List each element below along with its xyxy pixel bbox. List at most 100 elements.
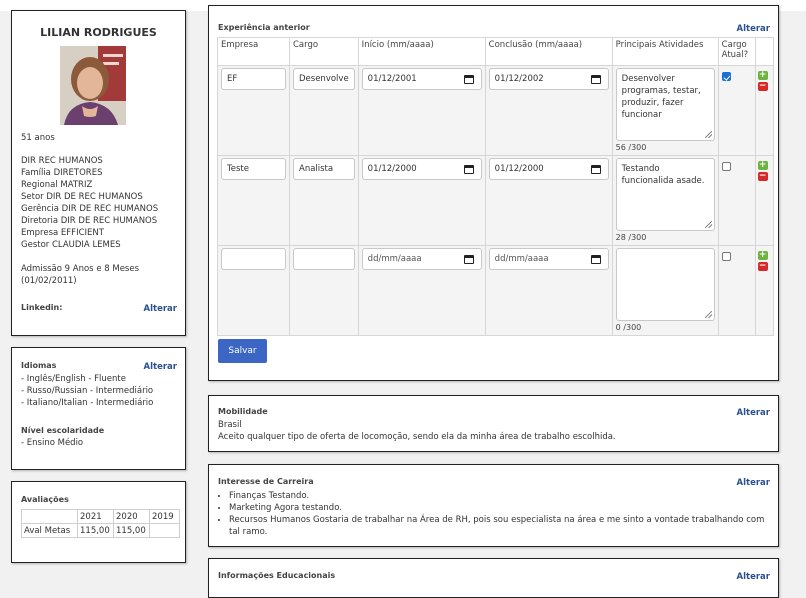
admission-info: Admissão 9 Anos e 8 Meses (01/02/2011) [21, 263, 139, 287]
career-interest-card: Interesse de Carreira Alterar Finanças T… [208, 464, 779, 547]
plus-icon[interactable]: + [757, 71, 768, 80]
profile-photo [60, 46, 126, 125]
end-date-input[interactable]: 01/12/2002 [488, 68, 609, 90]
current-job-checkbox[interactable] [721, 252, 731, 261]
mobility-content: Brasil Aceito qualquer tipo de oferta de… [218, 419, 616, 443]
detail-line: Setor DIR DE REC HUMANOS [21, 192, 143, 202]
experience-table: Empresa Cargo Início (mm/aaaa) Conclusão… [217, 37, 774, 336]
start-date-input[interactable]: 01/12/2001 [361, 68, 482, 90]
start-date-input[interactable]: dd/mm/aaaa [361, 248, 482, 270]
year-header: 2019 [149, 509, 180, 524]
education-info-card: Informações Educacionais Alterar [208, 558, 779, 598]
end-date-input[interactable]: dd/mm/aaaa [488, 248, 609, 270]
activities-text: Testando funcionalida asade. [621, 164, 705, 186]
languages-edit-link[interactable]: Alterar [144, 362, 177, 372]
mobility-card: Mobilidade Alterar Brasil Aceito qualque… [208, 395, 779, 452]
detail-line: Gestor CLAUDIA LEMES [21, 240, 121, 250]
evaluations-title: Avaliações [21, 495, 69, 504]
table-cell: 01/12/2000 [484, 155, 613, 246]
calendar-icon[interactable] [463, 165, 474, 174]
char-counter: 0 /300 [615, 323, 642, 332]
current-job-checkbox[interactable] [721, 72, 731, 81]
header-actions [754, 37, 774, 66]
year-header: 2020 [113, 509, 150, 524]
resize-handle-icon[interactable] [704, 311, 712, 318]
end-date-input[interactable]: 01/12/2000 [488, 158, 609, 180]
table-cell [289, 245, 359, 336]
company-input[interactable]: Teste [221, 158, 286, 180]
table-cell: 01/12/2001 [357, 65, 486, 156]
table-cell: dd/mm/aaaa [357, 245, 486, 336]
list-item: Marketing Agora testando. [229, 502, 773, 514]
minus-icon[interactable]: − [757, 82, 768, 91]
table-row: Aval Metas 115,00 115,00 [21, 523, 180, 538]
header-current: Cargo Atual? [717, 37, 756, 66]
experience-card: Experiência anterior Alterar Empresa Car… [208, 5, 779, 381]
profile-name: LILIAN RODRIGUES [40, 26, 157, 39]
plus-icon[interactable]: + [757, 161, 768, 170]
header-role: Cargo [289, 37, 359, 66]
start-date-value: 01/12/2001 [367, 74, 417, 84]
calendar-icon[interactable] [590, 255, 601, 264]
minus-icon[interactable]: − [757, 172, 768, 181]
evaluations-table: 2021 2020 2019 Aval Metas 115,00 115,00 [21, 509, 180, 538]
header-activities: Principais Atividades [611, 37, 719, 66]
calendar-icon[interactable] [463, 255, 474, 264]
save-button[interactable]: Salvar [218, 339, 267, 363]
resize-handle-icon[interactable] [704, 221, 712, 228]
detail-line: Regional MATRIZ [21, 180, 93, 190]
education-level-value: - Ensino Médio [21, 438, 84, 448]
career-edit-link[interactable]: Alterar [737, 478, 770, 488]
role-input[interactable]: Desenvolve [293, 68, 355, 90]
education-edit-link[interactable]: Alterar [737, 572, 770, 582]
list-item: Recursos Humanos Gostaria de trabalhar n… [229, 514, 773, 538]
career-content: Finanças Testando. Marketing Agora testa… [218, 490, 773, 538]
linkedin-label: Linkedin: [21, 303, 63, 312]
end-date-value: 01/12/2000 [494, 164, 544, 174]
eval-value: 115,00 [113, 523, 150, 538]
linkedin-edit-link[interactable]: Alterar [144, 304, 177, 314]
plus-icon[interactable]: + [757, 251, 768, 260]
current-job-checkbox[interactable] [721, 162, 731, 171]
avatar-image [60, 46, 126, 125]
role-input[interactable] [293, 248, 355, 270]
eval-value [149, 523, 180, 538]
table-cell: Teste [217, 155, 290, 246]
experience-edit-link[interactable]: Alterar [737, 24, 770, 34]
company-input[interactable] [221, 248, 286, 270]
table-cell [717, 155, 756, 246]
start-date-input[interactable]: 01/12/2000 [361, 158, 482, 180]
detail-line: DIR REC HUMANOS [21, 156, 103, 166]
table-cell: + − [754, 155, 774, 246]
minus-icon[interactable]: − [757, 262, 768, 271]
activities-textarea[interactable] [615, 248, 715, 321]
company-input[interactable]: EF [221, 68, 286, 90]
languages-title: Idiomas [21, 361, 57, 370]
table-cell: + − [754, 245, 774, 336]
table-row: 2021 2020 2019 [21, 509, 180, 524]
row-label: Aval Metas [21, 523, 78, 538]
start-date-placeholder: dd/mm/aaaa [367, 254, 422, 264]
experience-title: Experiência anterior [218, 23, 310, 32]
calendar-icon[interactable] [463, 75, 474, 84]
table-cell: EF [217, 65, 290, 156]
header-company: Empresa [217, 37, 290, 66]
education-level-title: Nível escolaridade [21, 426, 105, 435]
table-cell: Testando funcionalida asade. 28 /300 [611, 155, 719, 246]
calendar-icon[interactable] [590, 165, 601, 174]
activities-textarea[interactable]: Testando funcionalida asade. [615, 158, 715, 231]
detail-line: Gerência DIR DE REC HUMANOS [21, 204, 159, 214]
activities-textarea[interactable]: Desenvolver programas, testar, produzir,… [615, 68, 715, 141]
career-list: Finanças Testando. Marketing Agora testa… [218, 490, 773, 538]
end-date-placeholder: dd/mm/aaaa [494, 254, 549, 264]
profile-age: 51 anos [21, 133, 55, 143]
table-cell [21, 509, 78, 524]
role-input[interactable]: Analista [293, 158, 355, 180]
table-cell: 0 /300 [611, 245, 719, 336]
resize-handle-icon[interactable] [704, 131, 712, 138]
header-current-line: Atual? [721, 50, 749, 60]
table-row: EF Desenvolve 01/12/2001 01/12/2002 Dese… [217, 65, 774, 156]
mobility-edit-link[interactable]: Alterar [737, 408, 770, 418]
mobility-description: Aceito qualquer tipo de oferta de locomo… [218, 432, 616, 442]
calendar-icon[interactable] [590, 75, 601, 84]
